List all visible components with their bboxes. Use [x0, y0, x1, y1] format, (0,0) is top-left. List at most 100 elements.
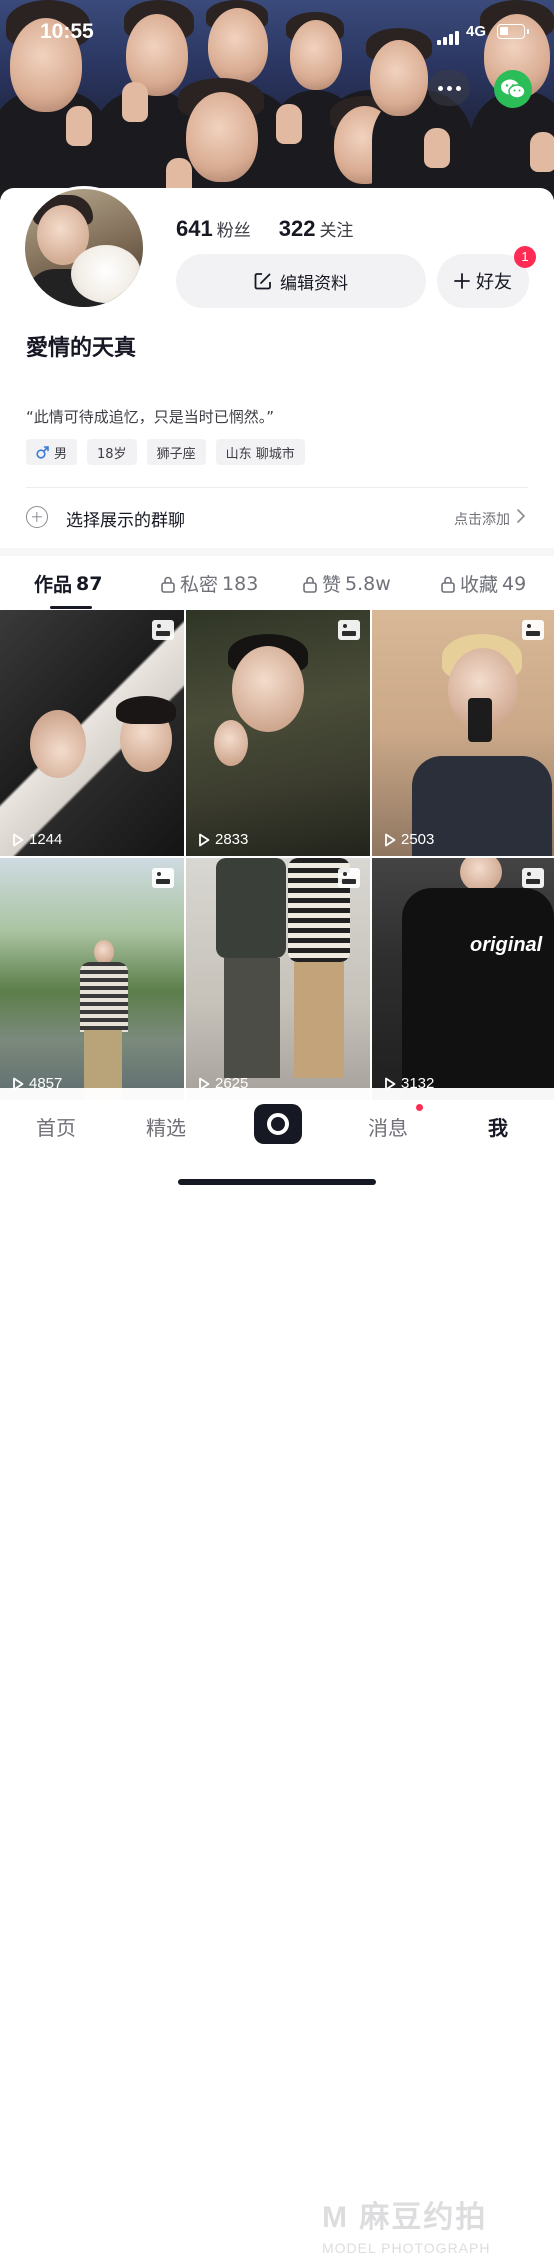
status-time: 10:55 — [40, 20, 94, 43]
tab-label: 赞 — [322, 574, 342, 596]
play-count-value: 2833 — [215, 831, 249, 848]
video-thumbnail[interactable]: 1244 — [0, 610, 184, 856]
banner-figure — [122, 82, 148, 122]
gallery-icon — [338, 868, 360, 888]
gallery-icon — [522, 868, 544, 888]
thumbnail-person — [94, 940, 114, 964]
tab-private[interactable]: 私密 183 — [160, 570, 258, 597]
add-friend-label: 好友 — [476, 272, 512, 293]
more-dots-icon — [437, 85, 443, 91]
lock-icon — [441, 576, 455, 593]
thumbnail-person — [224, 958, 280, 1078]
wechat-icon — [501, 79, 526, 99]
wechat-share-button[interactable] — [494, 70, 532, 108]
followers-count: 641 — [176, 216, 213, 241]
group-chat-row[interactable]: 选择展示的群聊 点击添加 — [26, 504, 528, 534]
tab-label: 收藏 — [460, 574, 499, 596]
signature: “此情可待成追忆，只是当时已惘然。” — [26, 408, 275, 426]
banner-figure — [66, 106, 92, 146]
friend-request-badge: 1 — [514, 246, 536, 268]
status-bar: 10:55 4G — [0, 0, 554, 60]
thumbnail-person — [232, 646, 304, 732]
tab-count: 5.8w — [345, 572, 391, 595]
gallery-icon — [152, 868, 174, 888]
more-dots-icon — [446, 85, 452, 91]
play-icon — [385, 833, 396, 846]
followers-stat[interactable]: 641 粉丝 — [176, 216, 251, 242]
male-icon — [36, 445, 49, 459]
tab-count: 49 — [502, 572, 527, 595]
gallery-icon — [522, 620, 544, 640]
profile-tags: 男 18岁 狮子座 山东 聊城市 — [26, 439, 305, 465]
thumbnail-person — [294, 962, 344, 1078]
edit-profile-button[interactable]: 编辑资料 — [176, 254, 426, 308]
video-thumbnail[interactable]: original 3132 — [372, 858, 554, 1100]
nav-messages[interactable]: 消息 — [368, 1112, 408, 1141]
thumbnail-person — [460, 858, 502, 892]
lock-icon — [303, 576, 317, 593]
zodiac-tag: 狮子座 — [146, 439, 206, 465]
following-count: 322 — [278, 216, 316, 241]
create-button[interactable] — [254, 1104, 302, 1144]
gallery-icon — [338, 620, 360, 640]
more-dots-icon — [455, 85, 461, 91]
banner-figure — [186, 92, 258, 182]
group-chat-hint: 点击添加 — [454, 512, 510, 528]
video-thumbnail[interactable]: 2833 — [186, 610, 370, 856]
create-icon — [267, 1113, 289, 1135]
edit-profile-label: 编辑资料 — [280, 273, 348, 294]
video-grid: 1244 2833 2503 4857 2625 original 3132 — [0, 610, 554, 1100]
watermark-sub: MODEL PHOTOGRAPH — [322, 2240, 491, 2256]
tab-works[interactable]: 作品 87 — [34, 570, 102, 597]
avatar[interactable] — [22, 186, 146, 310]
followers-label: 粉丝 — [216, 221, 251, 241]
thumbnail-person — [116, 696, 176, 724]
age-tag: 18岁 — [87, 439, 137, 465]
thumbnail-person — [80, 962, 128, 1032]
content-tabs: 作品 87 私密 183 赞 5.8w 收藏 49 — [0, 556, 554, 610]
play-count: 1244 — [12, 831, 62, 848]
more-options-button[interactable] — [428, 70, 470, 106]
chevron-right-icon — [517, 509, 526, 523]
avatar-dog — [71, 245, 141, 303]
tab-likes[interactable]: 赞 5.8w — [302, 570, 391, 597]
nav-featured[interactable]: 精选 — [146, 1112, 186, 1141]
gender-tag: 男 — [26, 439, 78, 465]
tab-label: 私密 — [180, 574, 219, 596]
nickname: 愛情的天真 — [26, 336, 137, 361]
active-tab-indicator — [50, 606, 92, 609]
battery-icon — [497, 24, 529, 39]
watermark: M 麻豆约拍 MODEL PHOTOGRAPH — [322, 2192, 490, 2256]
header-banner-image[interactable]: 10:55 4G — [0, 0, 554, 200]
play-icon — [199, 833, 210, 846]
tab-favorites[interactable]: 收藏 49 — [440, 570, 526, 597]
banner-figure — [530, 132, 554, 172]
play-count: 2833 — [198, 831, 248, 848]
network-type: 4G — [466, 23, 487, 40]
shirt-print: original — [470, 934, 543, 956]
location-tag: 山东 聊城市 — [215, 439, 305, 465]
lock-icon — [161, 576, 175, 593]
profile-card: 641 粉丝 322 关注 编辑资料 好友 1 愛情的天真 “此情可待成追忆，只是当… — [0, 186, 554, 548]
play-icon — [13, 833, 24, 846]
following-stat[interactable]: 322 关注 — [279, 216, 354, 242]
video-thumbnail[interactable]: 2503 — [372, 610, 554, 856]
thumbnail-person — [214, 720, 248, 766]
home-indicator[interactable] — [178, 1179, 376, 1185]
thumbnail-person — [216, 858, 286, 958]
age-label: 18岁 — [97, 446, 127, 462]
thumbnail-person — [30, 710, 86, 778]
section-separator — [0, 548, 554, 556]
tab-count: 87 — [76, 572, 103, 595]
edit-icon — [254, 273, 271, 290]
play-count-value: 2503 — [401, 831, 435, 848]
video-thumbnail[interactable]: 4857 — [0, 858, 184, 1100]
location-label: 山东 聊城市 — [225, 446, 295, 462]
video-thumbnail[interactable]: 2625 — [186, 858, 370, 1100]
profile-stats: 641 粉丝 322 关注 — [176, 216, 353, 242]
cellular-signal-icon — [437, 26, 461, 45]
thumbnail-person — [402, 888, 554, 1100]
nav-home[interactable]: 首页 — [36, 1112, 76, 1141]
play-count-value: 1244 — [29, 831, 63, 848]
nav-me[interactable]: 我 — [488, 1112, 508, 1141]
